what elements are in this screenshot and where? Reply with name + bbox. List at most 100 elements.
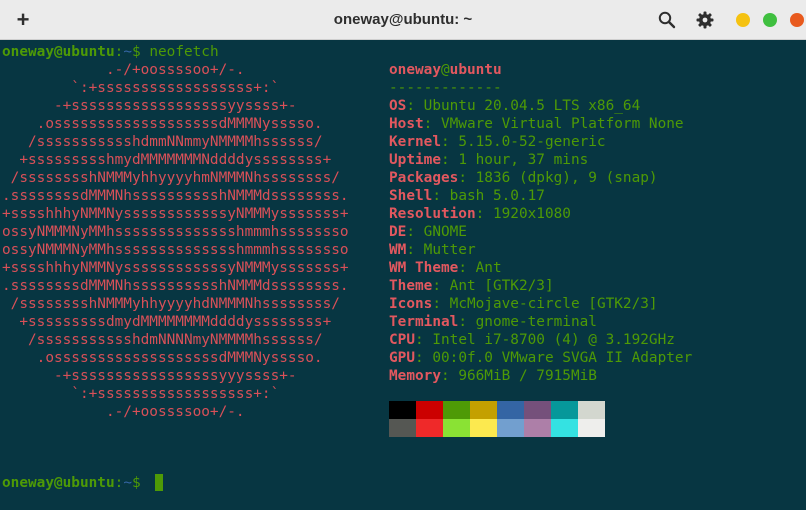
palette-swatch	[470, 401, 497, 419]
info-key: CPU	[389, 332, 415, 348]
plus-icon: +	[16, 7, 30, 32]
info-row: OS: Ubuntu 20.04.5 LTS x86_64	[389, 98, 641, 114]
logo-line: ossyNMMMNyMMhsssssssssssssshmmmhssssssso	[2, 242, 349, 258]
logo-line: +ssssssssshmydMMMMMMMNddddyssssssss+	[2, 152, 332, 168]
palette-swatch	[416, 401, 443, 419]
info-key: Host	[389, 116, 424, 132]
palette-swatch	[443, 401, 470, 419]
info-row: Memory: 966MiB / 7915MiB	[389, 368, 597, 384]
logo-line: `:+ssssssssssssssssss+:`	[2, 80, 280, 96]
info-at: @	[440, 62, 450, 78]
info-row: WM Theme: Ant	[389, 260, 502, 276]
gear-icon	[696, 11, 714, 29]
info-value: VMware Virtual Platform None	[440, 116, 684, 132]
prompt-path: ~	[123, 44, 132, 60]
prompt-separator: :	[114, 44, 124, 60]
palette-swatch	[389, 419, 416, 437]
logo-line: .-/+oossssoo+/-.	[2, 62, 245, 78]
logo-line: .ssssssssdMMMNhsssssssssshNMMMdssssssss.	[2, 278, 349, 294]
palette-swatch	[497, 419, 524, 437]
logo-line: -+sssssssssssssssssyyyssss+-	[2, 368, 297, 384]
info-key: WM	[389, 242, 407, 258]
palette-swatch	[416, 419, 443, 437]
info-row: Kernel: 5.15.0-52-generic	[389, 134, 606, 150]
minimize-button[interactable]	[736, 13, 750, 27]
logo-line: +sssshhhyNMMNyssssssssssssyNMMMysssssss+	[2, 260, 349, 276]
logo-line: .osssssssssssssssssssdMMMNysssso.	[2, 116, 323, 132]
info-value: Intel i7-8700 (4) @ 3.192GHz	[432, 332, 675, 348]
info-row: Uptime: 1 hour, 37 mins	[389, 152, 589, 168]
palette-swatch	[524, 419, 551, 437]
prompt-command: neofetch	[149, 44, 219, 60]
logo-line: +sssssssssdmydMMMMMMMMddddyssssssss+	[2, 314, 332, 330]
info-user: oneway	[389, 62, 441, 78]
info-value: 1 hour, 37 mins	[458, 152, 589, 168]
info-value: 1836 (dpkg), 9 (snap)	[475, 170, 658, 186]
info-title: oneway@ubuntu	[389, 61, 502, 79]
info-key: Shell	[389, 188, 433, 204]
menu-button[interactable]	[690, 0, 720, 40]
info-value: 00:0f.0 VMware SVGA II Adapter	[432, 350, 693, 366]
info-key: WM Theme	[389, 260, 459, 276]
info-value: bash 5.0.17	[449, 188, 545, 204]
prompt-symbol: $	[131, 475, 141, 491]
info-value: 1920x1080	[492, 206, 571, 222]
logo-line: /sssssssshNMMMyhhyyyyhdNMMMNhssssssss/	[2, 296, 340, 312]
palette-swatch	[551, 419, 578, 437]
logo-line: `:+ssssssssssssssssss+:`	[2, 386, 280, 402]
info-row: Resolution: 1920x1080	[389, 206, 571, 222]
palette-swatch	[497, 401, 524, 419]
info-key: Theme	[389, 278, 433, 294]
info-value: gnome-terminal	[475, 314, 597, 330]
palette-swatch	[470, 419, 497, 437]
terminal-area[interactable]: oneway@ubuntu:~$ neofetch .-/+oossssoo+/…	[0, 40, 806, 510]
logo-line: .-/+oossssoo+/-.	[2, 404, 245, 420]
info-row: WM: Mutter	[389, 242, 476, 258]
palette-swatch	[389, 401, 416, 419]
info-value: Ant	[475, 260, 502, 276]
logo-line: /ssssssssssshdmNNNNmyNMMMMhssssss/	[2, 332, 323, 348]
palette-swatch	[578, 401, 605, 419]
logo-line: /sssssssshNMMMyhhyyyyhmNMMMNhssssssss/	[2, 170, 340, 186]
info-value: 966MiB / 7915MiB	[458, 368, 597, 384]
prompt-symbol: $	[131, 44, 141, 60]
logo-line: .ssssssssdMMMNhsssssssssshNMMMdssssssss.	[2, 188, 349, 204]
info-value: GNOME	[423, 224, 467, 240]
info-key: Uptime	[389, 152, 441, 168]
info-value: 5.15.0-52-generic	[458, 134, 606, 150]
info-host: ubuntu	[449, 62, 502, 78]
window-title: oneway@ubuntu: ~	[333, 11, 473, 28]
palette-swatch	[443, 419, 470, 437]
prompt-user-host: oneway@ubuntu	[2, 44, 115, 60]
info-row: Host: VMware Virtual Platform None	[389, 116, 684, 132]
info-value: McMojave-circle [GTK2/3]	[449, 296, 658, 312]
prompt-user-host: oneway@ubuntu	[2, 475, 115, 491]
info-underline: -------------	[389, 80, 502, 96]
title-bar: + oneway@ubuntu: ~	[0, 0, 806, 40]
info-row: CPU: Intel i7-8700 (4) @ 3.192GHz	[389, 332, 675, 348]
palette-swatch	[524, 401, 551, 419]
new-tab-button[interactable]: +	[6, 0, 40, 40]
info-key: Terminal	[389, 314, 459, 330]
info-row: Packages: 1836 (dpkg), 9 (snap)	[389, 170, 658, 186]
prompt-line-1: oneway@ubuntu:~$ neofetch	[2, 43, 219, 61]
prompt-path: ~	[123, 475, 132, 491]
info-key: Packages	[389, 170, 459, 186]
prompt-line-2: oneway@ubuntu:~$	[2, 474, 141, 492]
info-row: Theme: Ant [GTK2/3]	[389, 278, 554, 294]
info-row: DE: GNOME	[389, 224, 467, 240]
info-row: Icons: McMojave-circle [GTK2/3]	[389, 296, 658, 312]
prompt-separator: :	[114, 475, 124, 491]
maximize-button[interactable]	[763, 13, 777, 27]
logo-line: .osssssssssssssssssssdMMMNysssso.	[2, 350, 323, 366]
info-key: GPU	[389, 350, 415, 366]
search-button[interactable]	[652, 0, 682, 40]
logo-line: +sssshhhyNMMNyssssssssssssyNMMMysssssss+	[2, 206, 349, 222]
logo-line: /ssssssssssshdmmNNmmyNMMMMhssssss/	[2, 134, 323, 150]
logo-line: -+ssssssssssssssssssyyssss+-	[2, 98, 297, 114]
close-button[interactable]	[790, 13, 804, 27]
logo-line: ossyNMMMNyMMhsssssssssssssshmmmhssssssso	[2, 224, 349, 240]
search-icon	[658, 11, 676, 29]
palette-swatch	[551, 401, 578, 419]
info-value: Ant [GTK2/3]	[449, 278, 554, 294]
